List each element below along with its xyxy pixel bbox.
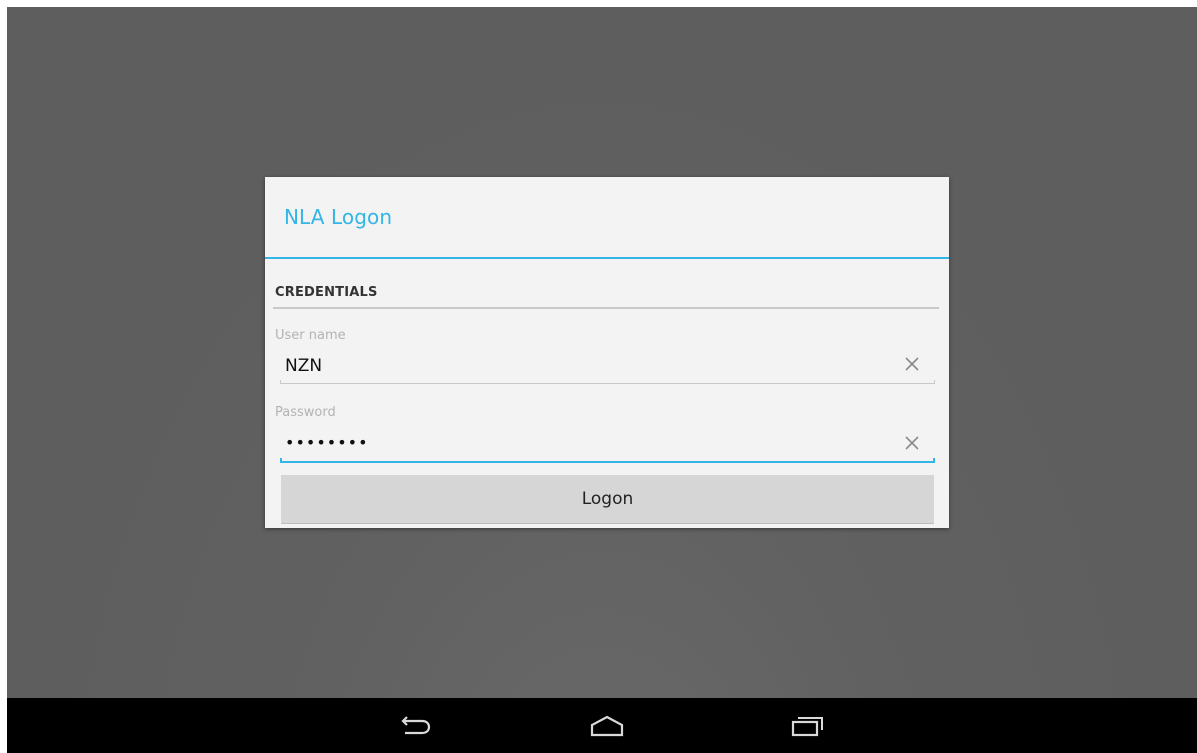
section-divider — [273, 307, 939, 309]
clear-password-icon[interactable] — [902, 433, 922, 453]
clear-username-icon[interactable] — [902, 354, 922, 374]
password-underline — [280, 458, 935, 463]
recent-apps-button[interactable] — [777, 708, 837, 744]
password-label: Password — [275, 405, 336, 420]
navigation-bar — [7, 698, 1197, 753]
home-icon — [590, 715, 624, 737]
password-field[interactable]: •••••••• — [285, 433, 369, 452]
title-divider — [265, 257, 949, 259]
logon-button[interactable]: Logon — [281, 475, 934, 524]
username-label: User name — [275, 328, 346, 343]
username-field[interactable]: NZN — [285, 356, 322, 376]
nla-logon-dialog: NLA Logon CREDENTIALS User name NZN Pass… — [265, 177, 949, 528]
recent-apps-icon — [791, 717, 823, 737]
back-icon — [401, 716, 431, 735]
dialog-title: NLA Logon — [284, 205, 393, 229]
username-underline — [280, 380, 935, 384]
home-button[interactable] — [577, 708, 637, 744]
back-button[interactable] — [385, 708, 445, 744]
credentials-section-header: CREDENTIALS — [275, 285, 378, 300]
